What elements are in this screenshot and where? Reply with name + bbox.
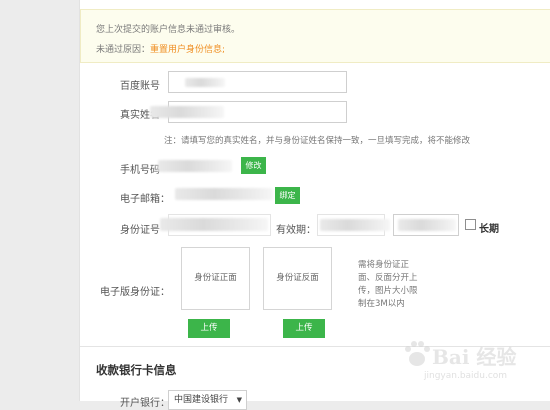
validity-label: 有效期： xyxy=(276,225,316,236)
id-value-redacted xyxy=(160,218,268,231)
notice-reason-prefix: 未通过原因： xyxy=(96,45,151,55)
watermark-url: jingyan.baidu.com xyxy=(424,371,508,381)
bank-section-title: 收款银行卡信息 xyxy=(96,363,177,377)
validity-end-redacted xyxy=(398,219,456,231)
name-note: 注：请填写您的真实姓名，并与身份证姓名保持一致，一旦填写完成，将不能修改 xyxy=(164,136,471,146)
open-bank-select[interactable]: 中国建设银行 ▼ xyxy=(168,390,247,410)
account-label: 百度账号 xyxy=(120,81,160,92)
notice-reason: 未通过原因：重置用户身份信息; xyxy=(96,42,225,55)
phone-label: 手机号码 xyxy=(120,165,160,176)
watermark-text: Bai 经验 xyxy=(432,345,517,369)
paw-logo-icon xyxy=(405,341,430,366)
id-back-upload-box[interactable]: 身份证反面 xyxy=(263,247,332,310)
email-value-redacted xyxy=(175,188,273,200)
phone-edit-button[interactable]: 修改 xyxy=(241,157,266,174)
reset-identity-link[interactable]: 重置用户身份信息; xyxy=(150,45,225,55)
phone-value-redacted xyxy=(158,160,232,172)
chevron-down-icon: ▼ xyxy=(236,396,242,404)
email-label: 电子邮箱： xyxy=(120,194,170,205)
upload-hint: 需将身份证正面、反面分开上传，图片大小限制在3M以内 xyxy=(358,260,418,309)
id-front-upload-box[interactable]: 身份证正面 xyxy=(181,247,250,310)
baidu-jingyan-watermark: Bai 经验 jingyan.baidu.com xyxy=(402,337,550,401)
upload-front-button[interactable]: 上传 xyxy=(188,319,230,338)
name-value-redacted xyxy=(150,106,224,118)
id-label: 身份证号 xyxy=(120,225,160,236)
open-bank-value: 中国建设银行 xyxy=(174,395,229,405)
open-bank-label: 开户银行： xyxy=(120,398,170,409)
notice-title: 您上次提交的账户信息未通过审核。 xyxy=(96,25,241,35)
review-notice: 您上次提交的账户信息未通过审核。 未通过原因：重置用户身份信息; xyxy=(80,9,550,63)
longterm-checkbox[interactable] xyxy=(465,219,476,230)
longterm-label: 长期 xyxy=(479,224,499,235)
account-value-redacted xyxy=(185,78,225,87)
eid-label: 电子版身份证： xyxy=(100,287,170,298)
email-bind-button[interactable]: 绑定 xyxy=(275,187,300,204)
validity-start-redacted xyxy=(320,219,390,231)
upload-back-button[interactable]: 上传 xyxy=(283,319,325,338)
